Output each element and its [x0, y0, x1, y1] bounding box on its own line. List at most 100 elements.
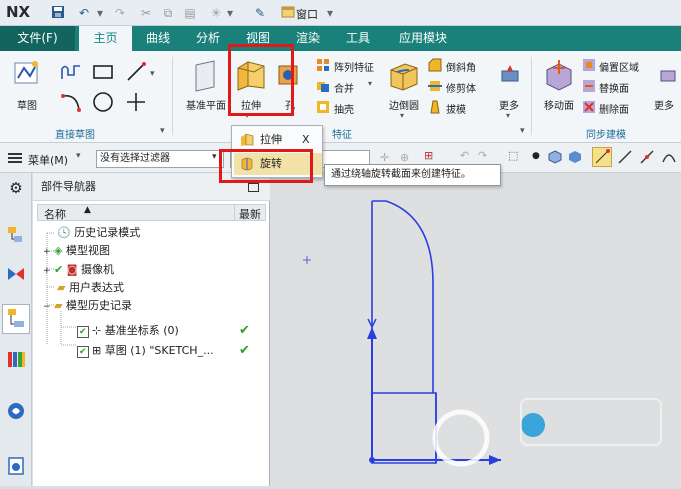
edge-blend-icon[interactable]	[387, 58, 421, 95]
select-box-icon[interactable]: ⬚	[508, 149, 518, 162]
menu-button[interactable]: 菜单(M)	[28, 152, 68, 168]
unite-label[interactable]: 合并	[334, 80, 354, 95]
redo-icon[interactable]: ↷	[112, 5, 128, 21]
selection-filter-dropdown[interactable]: 没有选择过滤器	[96, 150, 224, 168]
cut-icon[interactable]: ✂	[138, 5, 154, 21]
datum-plane-icon[interactable]	[190, 59, 220, 96]
close-icon[interactable]: X	[302, 129, 310, 151]
web-browser-icon[interactable]	[6, 401, 26, 421]
copy-icon[interactable]: ⧉	[160, 5, 176, 21]
trim-body-label[interactable]: 修剪体	[446, 80, 476, 95]
constraint-navigator-icon[interactable]	[6, 264, 26, 284]
draft-icon[interactable]	[428, 100, 442, 117]
menu-icon[interactable]	[8, 152, 22, 167]
group-menu-icon[interactable]: ▾	[160, 126, 165, 136]
select-mode-icon[interactable]: ●	[532, 151, 540, 161]
point-icon[interactable]	[125, 91, 147, 116]
sketch-icon[interactable]	[12, 58, 42, 91]
snap-midpoint-icon[interactable]	[640, 150, 654, 167]
snap-point-icon[interactable]: ✛	[380, 151, 389, 164]
snap-line-icon[interactable]	[618, 150, 632, 167]
replace-face-label[interactable]: 替换面	[599, 80, 629, 95]
dropdown-arrow-icon[interactable]: ▾	[150, 69, 155, 79]
window-menu[interactable]: 窗口	[296, 6, 318, 22]
part-navigator-icon[interactable]	[2, 304, 30, 334]
history-icon[interactable]	[6, 456, 26, 476]
arc-icon[interactable]	[60, 91, 82, 116]
undo-selection-icon[interactable]: ↶	[460, 149, 469, 162]
offset-region-label[interactable]: 偏置区域	[599, 59, 639, 74]
dropdown-arrow-icon[interactable]: ▾	[506, 111, 510, 120]
collapse-icon[interactable]: −	[43, 302, 51, 312]
expand-icon[interactable]: +	[43, 266, 51, 276]
circle-icon[interactable]	[92, 91, 114, 116]
undo-icon[interactable]: ↶	[76, 5, 92, 21]
replace-face-icon[interactable]	[582, 79, 596, 96]
chamfer-icon[interactable]	[428, 58, 442, 75]
graphics-window[interactable]	[271, 173, 681, 486]
checkbox[interactable]: ✔	[77, 326, 89, 338]
tab-application[interactable]: 应用模块	[388, 26, 458, 51]
snap-icon[interactable]: ⊕	[400, 151, 409, 164]
chamfer-label[interactable]: 倒斜角	[446, 59, 476, 74]
tree-item-datum-csys[interactable]: ✔ ⊹ 基准坐标系 (0)	[77, 322, 179, 340]
snap-curve-icon[interactable]	[662, 150, 676, 167]
pattern-feature-label[interactable]: 阵列特征	[334, 59, 374, 74]
delete-face-icon[interactable]	[582, 100, 596, 117]
more-features-icon[interactable]	[499, 63, 521, 88]
menu-item-extrude[interactable]: 拉伸 X	[234, 129, 322, 151]
tree-item-sketch[interactable]: ✔ ⊞ 草图 (1) "SKETCH_...	[77, 342, 214, 360]
group-menu-icon[interactable]: ▾	[520, 126, 525, 136]
dropdown-arrow-icon[interactable]: ▾	[222, 5, 238, 21]
watermark-logo	[432, 398, 662, 467]
column-name[interactable]: 名称	[44, 206, 66, 222]
rectangle-icon[interactable]	[92, 63, 114, 84]
reuse-library-icon[interactable]	[6, 349, 26, 369]
tree-item-user-expressions[interactable]: ▰ 用户表达式	[57, 279, 124, 297]
view-orient-icon[interactable]	[548, 150, 562, 167]
gear-icon[interactable]: ⚙	[6, 179, 26, 199]
line-icon[interactable]	[125, 61, 147, 86]
tree-item-label: 历史记录模式	[74, 226, 141, 239]
pattern-feature-icon[interactable]	[316, 58, 330, 75]
profile-icon[interactable]	[60, 63, 82, 84]
dropdown-arrow-icon[interactable]: ▾	[92, 5, 108, 21]
checkbox[interactable]: ✔	[77, 346, 89, 358]
touch-mode-icon[interactable]: ✎	[252, 5, 268, 21]
tree-item-cameras[interactable]: + ✔ ◙ 摄像机	[43, 261, 114, 279]
tab-analysis[interactable]: 分析	[186, 26, 230, 51]
dropdown-arrow-icon[interactable]: ▾ ⁼	[322, 5, 338, 36]
assembly-navigator-icon[interactable]	[6, 225, 26, 245]
checkmark-icon: ✔	[54, 263, 64, 276]
maximize-icon[interactable]	[248, 183, 259, 192]
redo-selection-icon[interactable]: ↷	[478, 149, 487, 162]
add-point-icon[interactable]: ⊞	[424, 149, 433, 162]
unite-icon[interactable]	[316, 79, 330, 96]
expand-icon[interactable]: +	[43, 247, 51, 257]
shell-label[interactable]: 抽壳	[334, 101, 354, 116]
tree-item-history-mode[interactable]: 🕓 历史记录模式	[57, 224, 140, 242]
snap-endpoint-icon[interactable]	[592, 147, 612, 167]
tree-item-model-history[interactable]: − ▰ 模型历史记录	[43, 297, 132, 315]
delete-face-label[interactable]: 删除面	[599, 101, 629, 116]
column-latest[interactable]: 最新	[239, 206, 261, 222]
tab-file[interactable]: 文件(F)	[0, 26, 75, 51]
save-icon[interactable]	[50, 5, 66, 21]
draft-label[interactable]: 拔模	[446, 101, 466, 116]
shaded-view-icon[interactable]	[568, 150, 582, 167]
tree-item-model-views[interactable]: + ◈ 模型视图	[43, 242, 110, 260]
move-face-icon[interactable]	[543, 58, 575, 95]
paste-icon[interactable]: ▤	[182, 5, 198, 21]
dropdown-arrow-icon[interactable]: ▾	[368, 79, 372, 88]
tab-curve[interactable]: 曲线	[136, 26, 180, 51]
title-bar: NX ↶ ▾ ↷ ✂ ⧉ ▤ ✳ ▾ ✎ 窗口 ▾ ⁼	[0, 0, 681, 36]
shell-icon[interactable]	[316, 100, 330, 117]
window-icon[interactable]	[280, 5, 296, 21]
trim-body-icon[interactable]	[428, 79, 442, 96]
dropdown-arrow-icon[interactable]: ▾	[76, 151, 81, 161]
dropdown-arrow-icon[interactable]: ▾	[400, 111, 404, 120]
offset-region-icon[interactable]	[582, 58, 596, 75]
more-sync-icon[interactable]	[658, 63, 678, 88]
tab-tools[interactable]: 工具	[336, 26, 380, 51]
tab-home[interactable]: 主页	[79, 26, 132, 51]
